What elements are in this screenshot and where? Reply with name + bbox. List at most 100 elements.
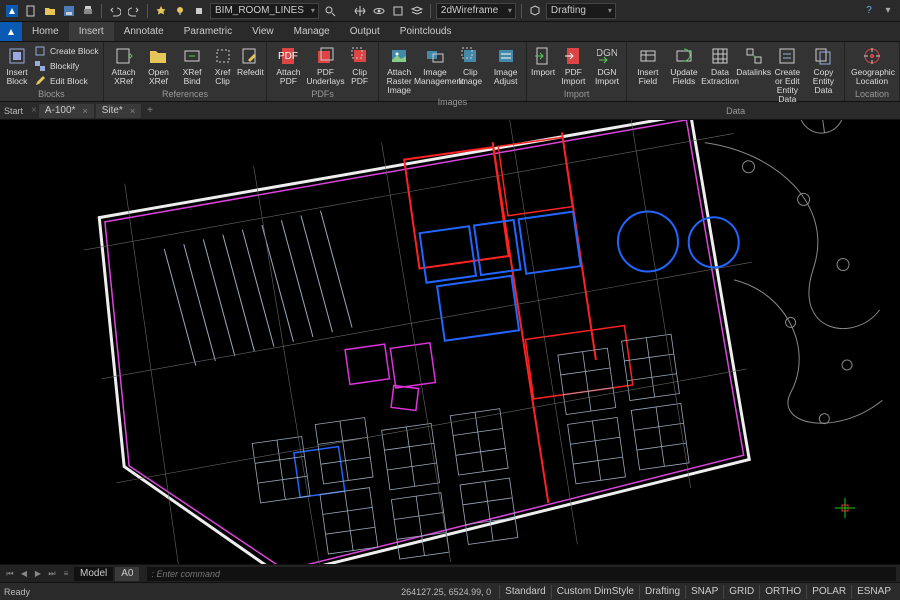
tab-output[interactable]: Output xyxy=(340,22,390,41)
insert-field-button[interactable]: Insert Field xyxy=(631,44,664,87)
tab-home[interactable]: Home xyxy=(22,22,69,41)
prev-layout-icon[interactable]: ◀ xyxy=(18,568,30,580)
open-icon[interactable] xyxy=(42,3,58,19)
next-layout-icon[interactable]: ▶ xyxy=(32,568,44,580)
layout-tab[interactable]: A0 xyxy=(115,567,139,581)
dgn-import-button[interactable]: DGNDGN Import xyxy=(592,44,623,87)
svg-text:PDF: PDF xyxy=(278,51,298,62)
pdf-import-button[interactable]: PDF Import xyxy=(558,44,589,87)
panel-references: Attach XRef Open XRef XRef Bind Xref Cli… xyxy=(104,42,268,101)
dl-icon xyxy=(743,45,765,67)
status-dimstyle[interactable]: Custom DimStyle xyxy=(551,585,639,599)
command-line[interactable]: : Enter command xyxy=(147,567,896,581)
open-icon xyxy=(147,45,169,67)
imga-icon xyxy=(495,45,517,67)
datalinks-button[interactable]: Datalinks xyxy=(740,44,768,78)
app-logo-icon[interactable] xyxy=(4,3,20,19)
attach-icon xyxy=(113,45,135,67)
create-block-button[interactable]: Create Block xyxy=(33,44,99,58)
dropdown-icon[interactable]: ▾ xyxy=(880,3,896,19)
workspace-text: Drafting xyxy=(551,5,586,16)
first-layout-icon[interactable]: ⏮ xyxy=(4,568,16,580)
tab-manage[interactable]: Manage xyxy=(284,22,340,41)
panel-data: Insert Field Update Fields Data Extracti… xyxy=(627,42,845,101)
cube-icon[interactable] xyxy=(527,3,543,19)
open-xref-button[interactable]: Open XRef xyxy=(143,44,175,87)
geo-location-button[interactable]: Geographic Location xyxy=(849,44,895,87)
doc-tab[interactable]: Site*× xyxy=(96,104,141,118)
insert-block-button[interactable]: Insert Block xyxy=(4,44,30,87)
redo-icon[interactable] xyxy=(126,3,142,19)
add-tab-button[interactable]: + xyxy=(143,104,157,118)
attach-pdf-button[interactable]: PDFAttach PDF xyxy=(271,44,305,87)
star-icon[interactable] xyxy=(153,3,169,19)
visual-style-combo[interactable]: 2dWireframe xyxy=(436,3,516,19)
status-grid[interactable]: GRID xyxy=(723,585,759,599)
pan-icon[interactable] xyxy=(352,3,368,19)
status-polar[interactable]: POLAR xyxy=(806,585,851,599)
save-icon[interactable] xyxy=(61,3,77,19)
pdfu-icon xyxy=(314,45,336,67)
edc-icon xyxy=(812,45,834,67)
layout-tab-model[interactable]: Model xyxy=(74,567,113,581)
filename-combo[interactable]: BIM_ROOM_LINES xyxy=(210,3,319,19)
help-icon[interactable]: ? xyxy=(861,3,877,19)
refedit-button[interactable]: Refedit xyxy=(238,44,262,78)
pdfc-icon xyxy=(349,45,371,67)
layouts-list-icon[interactable]: ≡ xyxy=(60,568,72,580)
layers-icon[interactable] xyxy=(409,3,425,19)
status-standard[interactable]: Standard xyxy=(499,585,551,599)
data-extraction-button[interactable]: Data Extraction xyxy=(703,44,736,87)
image-adjust-button[interactable]: Image Adjust xyxy=(489,44,522,87)
tab-parametric[interactable]: Parametric xyxy=(174,22,242,41)
xref-clip-button[interactable]: Xref Clip xyxy=(210,44,236,87)
orbit-icon[interactable] xyxy=(371,3,387,19)
xref-bind-button[interactable]: XRef Bind xyxy=(177,44,206,87)
tab-view[interactable]: View xyxy=(242,22,284,41)
attach-xref-button[interactable]: Attach XRef xyxy=(108,44,140,87)
last-layout-icon[interactable]: ⏭ xyxy=(46,568,58,580)
cube-icon xyxy=(33,44,47,58)
status-esnap[interactable]: ESNAP xyxy=(851,585,896,599)
svg-text:DGN: DGN xyxy=(597,48,617,59)
tab-pointclouds[interactable]: Pointclouds xyxy=(390,22,462,41)
fldu-icon xyxy=(673,45,695,67)
undo-icon[interactable] xyxy=(107,3,123,19)
clip-image-button[interactable]: Clip Image xyxy=(454,44,486,87)
image-mgmt-button[interactable]: Image Management xyxy=(419,44,452,87)
print-icon[interactable] xyxy=(80,3,96,19)
edit-block-button[interactable]: Edit Block xyxy=(33,74,99,88)
drawing-canvas[interactable] xyxy=(0,120,900,564)
update-fields-button[interactable]: Update Fields xyxy=(667,44,700,87)
status-ortho[interactable]: ORTHO xyxy=(759,585,806,599)
pdf-underlays-button[interactable]: PDF Underlays xyxy=(308,44,342,87)
cube2-icon xyxy=(33,59,47,73)
status-drafting[interactable]: Drafting xyxy=(639,585,685,599)
panel-title: References xyxy=(108,89,263,99)
close-icon[interactable]: × xyxy=(130,106,135,116)
publish-icon[interactable] xyxy=(191,3,207,19)
new-icon[interactable] xyxy=(23,3,39,19)
blockify-button[interactable]: Blockify xyxy=(33,59,99,73)
tab-annotate[interactable]: Annotate xyxy=(114,22,174,41)
status-snap[interactable]: SNAP xyxy=(685,585,723,599)
clip-pdf-button[interactable]: Clip PDF xyxy=(345,44,373,87)
dgn-icon: DGN xyxy=(596,45,618,67)
doc-tab[interactable]: A-100*× xyxy=(39,104,94,118)
bind-icon xyxy=(181,45,203,67)
start-tab[interactable]: Start xyxy=(4,106,23,116)
import-button[interactable]: Import xyxy=(531,44,555,78)
imgm-icon xyxy=(424,45,446,67)
search-icon[interactable] xyxy=(322,3,338,19)
tab-insert[interactable]: Insert xyxy=(69,22,114,41)
panel-pdfs: PDFAttach PDF PDF Underlays Clip PDF PDF… xyxy=(267,42,378,101)
app-menu-button[interactable] xyxy=(0,22,22,41)
entity-data-button[interactable]: Create or Edit Entity Data xyxy=(771,44,804,105)
close-icon[interactable]: × xyxy=(82,106,87,116)
view-icon[interactable] xyxy=(390,3,406,19)
workspace-combo[interactable]: Drafting xyxy=(546,3,616,19)
edit-icon xyxy=(239,45,261,67)
copy-entity-data-button[interactable]: Copy Entity Data xyxy=(807,44,840,96)
bulb-icon[interactable] xyxy=(172,3,188,19)
attach-raster-button[interactable]: Attach Raster Image xyxy=(383,44,416,96)
